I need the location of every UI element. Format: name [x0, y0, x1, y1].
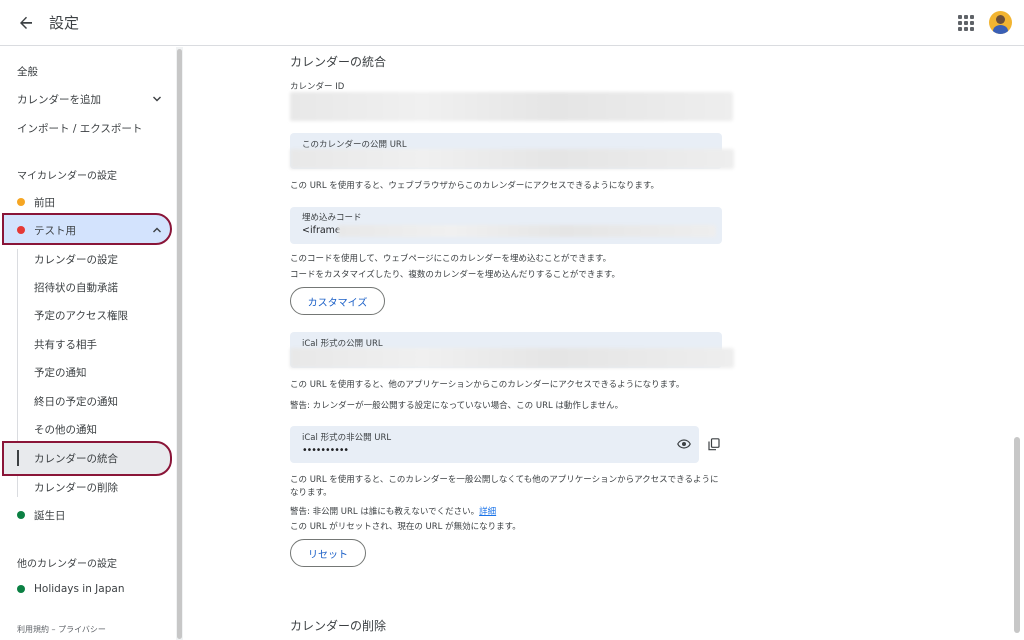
details-link[interactable]: 詳細 — [479, 507, 496, 517]
sidebar-subitem-delete[interactable]: カレンダーの削除 — [0, 478, 174, 496]
calendar-color-dot — [17, 585, 25, 593]
sidebar-subitem-auto-accept[interactable]: 招待状の自動承諾 — [0, 278, 174, 296]
calendar-color-dot — [17, 198, 25, 206]
my-calendars-heading: マイカレンダーの設定 — [17, 171, 117, 182]
embed-help-2: コードをカスタマイズしたり、複数のカレンダーを埋め込んだりすることができます。 — [290, 270, 621, 280]
sidebar-subitem-event-notifications[interactable]: 予定の通知 — [0, 363, 174, 381]
sidebar-subitem-other-notifications[interactable]: その他の通知 — [0, 420, 174, 438]
ical-public-url-redacted — [290, 348, 734, 368]
back-arrow-icon[interactable] — [14, 11, 38, 35]
ical-public-help: この URL を使用すると、他のアプリケーションからこのカレンダーにアクセスでき… — [290, 380, 685, 390]
page-title: 設定 — [49, 14, 80, 32]
ical-public-warning: 警告: カレンダーが一般公開する設定になっていない場合、この URL は動作しま… — [290, 401, 624, 411]
sidebar-item-test-label-row: テスト用 — [0, 221, 174, 239]
sidebar-subitem-allday-notifications[interactable]: 終日の予定の通知 — [0, 392, 174, 410]
chevron-down-icon — [153, 96, 161, 102]
top-bar: 設定 — [0, 0, 1024, 46]
chevron-up-icon[interactable] — [152, 225, 162, 235]
ical-private-url-masked: •••••••••• — [302, 445, 349, 456]
delete-section-title: カレンダーの削除 — [290, 619, 387, 633]
sidebar-item-general[interactable]: 全般 — [0, 62, 174, 80]
sidebar-subitem-access-permissions[interactable]: 予定のアクセス権限 — [0, 306, 174, 324]
avatar[interactable] — [989, 11, 1012, 34]
sidebar-subitem-share[interactable]: 共有する相手 — [0, 335, 174, 353]
sidebar-subitem-integrate-label-row: カレンダーの統合 — [34, 452, 118, 465]
ical-private-url-label: iCal 形式の非公開 URL — [302, 433, 392, 443]
ical-private-help-1: この URL を使用すると、このカレンダーを一般公開しなくても他のアプリケーショ… — [290, 475, 719, 485]
integrate-section-title: カレンダーの統合 — [290, 55, 387, 69]
sidebar-subitem-calendar-settings[interactable]: カレンダーの設定 — [0, 250, 174, 268]
sidebar-item-holidays[interactable]: Holidays in Japan — [0, 580, 174, 598]
calendar-id-value-redacted — [290, 92, 733, 121]
reset-button[interactable]: リセット — [290, 539, 366, 567]
reset-help: この URL がリセットされ、現在の URL が無効になります。 — [290, 522, 521, 532]
sidebar-item-maeda[interactable]: 前田 — [0, 193, 174, 211]
embed-help-1: このコードを使用して、ウェブページにこのカレンダーを埋め込むことができます。 — [290, 254, 612, 264]
sidebar-scrollbar[interactable] — [177, 49, 182, 639]
ical-private-help-2: なります。 — [290, 488, 332, 498]
ical-private-warning-row: 警告: 非公開 URL は誰にも教えないでください。詳細 — [290, 505, 496, 517]
calendar-color-dot — [17, 511, 25, 519]
customize-button[interactable]: カスタマイズ — [290, 287, 385, 315]
calendar-color-dot — [17, 226, 25, 234]
calendar-id-label: カレンダー ID — [290, 82, 345, 92]
other-calendars-heading: 他のカレンダーの設定 — [17, 559, 117, 570]
embed-code-redacted — [338, 225, 716, 237]
copy-icon[interactable] — [706, 436, 722, 452]
embed-code-value: <iframe — [302, 225, 341, 236]
show-eye-icon[interactable] — [676, 436, 692, 452]
main-scrollbar[interactable] — [1014, 437, 1020, 633]
public-url-help: この URL を使用すると、ウェブブラウザからこのカレンダーにアクセスできるよう… — [290, 181, 659, 191]
public-url-value-redacted — [290, 149, 734, 169]
ical-private-warning: 警告: 非公開 URL は誰にも教えないでください。 — [290, 507, 480, 517]
sidebar-item-add-calendar[interactable]: カレンダーを追加 — [0, 90, 174, 108]
sidebar-item-import-export[interactable]: インポート / エクスポート — [0, 119, 174, 137]
sidebar-item-birthdays[interactable]: 誕生日 — [0, 506, 174, 524]
embed-code-label: 埋め込みコード — [302, 213, 362, 223]
apps-grid-icon[interactable] — [956, 13, 976, 33]
terms-privacy-footer[interactable]: 利用規約 – プライバシー — [17, 624, 106, 635]
